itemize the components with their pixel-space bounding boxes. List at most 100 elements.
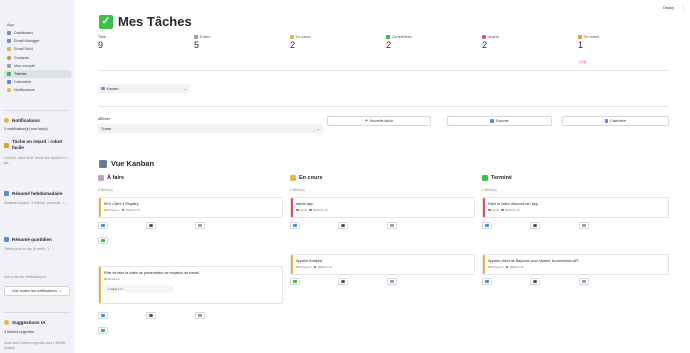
calendar-icon: [501, 208, 504, 212]
sidebar-item-label: Email Suivi: [14, 47, 33, 52]
lightbulb-icon: [4, 320, 9, 325]
notification-item-text: La tâche 'robot facile' devait être réal…: [4, 156, 68, 165]
notification-item-title[interactable]: Résumé hebdomadaire: [4, 191, 63, 196]
sidebar-item-mon-compte[interactable]: Mon compte: [4, 62, 71, 70]
delete-button[interactable]: [579, 278, 589, 285]
trash-icon: [198, 223, 202, 228]
column-header-termine: Terminé: [482, 175, 512, 181]
priority-bar: [291, 255, 293, 274]
task-card[interactable]: Faire la vidéo d'accueil de l'app Haute …: [482, 197, 669, 218]
metric-a-faire: À faire 5: [194, 35, 211, 50]
sidebar-item-label: Tâches: [14, 72, 27, 77]
delete-button[interactable]: [387, 278, 397, 285]
task-card[interactable]: Appeler Adelphe Moyenne 2025-01-13: [290, 254, 475, 275]
move-button[interactable]: [98, 222, 108, 229]
metric-delta: ↓ -1: [578, 60, 588, 64]
task-card[interactable]: KEV Client 3 Registry Moyenne 2025-01-15: [98, 197, 283, 218]
trash-icon: [390, 223, 394, 228]
metric-completees: Complétées 2: [386, 35, 412, 50]
edit-button[interactable]: [530, 278, 540, 285]
task-card[interactable]: Appeler client de Bayonne pour réparer l…: [482, 254, 669, 275]
red-circle-icon: [482, 35, 486, 39]
move-button[interactable]: [290, 278, 300, 285]
arrow-right-icon: [101, 223, 105, 228]
edit-button[interactable]: [146, 312, 156, 319]
move-button[interactable]: [98, 312, 108, 319]
notification-item-title[interactable]: Résumé quotidien: [4, 237, 52, 242]
kebab-icon[interactable]: ⋮: [681, 5, 686, 11]
sidebar-item-label: Mon compte: [14, 63, 35, 68]
metric-total: Total 9: [98, 35, 107, 50]
suggestions-subtitle: 3 tâches urgentes: [4, 330, 35, 334]
sidebar-item-notifications[interactable]: Notifications: [4, 86, 71, 94]
move-button[interactable]: [482, 278, 492, 285]
sidebar-item-taches[interactable]: Tâches: [4, 69, 71, 79]
see-all-notifications-text: Voir toutes les notifications ici: [4, 275, 46, 279]
check-box-icon: [482, 175, 488, 181]
sidebar: App Dashboard Email Manager Email Suivi …: [0, 0, 75, 353]
calendar-icon: [121, 208, 125, 212]
deploy-button[interactable]: Deploy: [663, 6, 674, 10]
move-button[interactable]: [482, 222, 492, 229]
sidebar-item-label: Email Manager: [14, 39, 40, 44]
eye-icon: [341, 279, 345, 284]
delete-button[interactable]: [387, 222, 397, 229]
check-box-icon: [101, 238, 105, 243]
notification-item-text: Tâches pour ce jour (à venir) : 1 ...: [4, 247, 53, 251]
new-task-button[interactable]: + Nouvelle tâche: [327, 116, 431, 126]
task-card[interactable]: Rôle de faire la vidéo de présentation d…: [98, 266, 283, 304]
priority-icon: [104, 277, 107, 281]
complete-button[interactable]: [98, 237, 108, 244]
sidebar-item-email-suivi[interactable]: Email Suivi: [4, 45, 71, 53]
pin-icon: [194, 35, 198, 39]
chevron-down-icon: ⌄: [183, 86, 187, 91]
home-icon: [7, 31, 11, 36]
trash-icon: [582, 279, 586, 284]
export-button[interactable]: Exporter: [447, 116, 552, 126]
sidebar-item-label: Contacts: [14, 55, 29, 60]
warning-icon: [578, 35, 582, 39]
see-all-notifications-button[interactable]: Voir toutes les notifications →: [4, 286, 70, 296]
sidebar-item-email-manager[interactable]: Email Manager: [4, 37, 71, 45]
warning-icon: [4, 142, 9, 148]
view-select[interactable]: Kanban ⌄: [98, 84, 190, 93]
delete-button[interactable]: [195, 312, 205, 319]
edit-button[interactable]: [530, 222, 540, 229]
sidebar-app-label: App: [7, 22, 15, 27]
sidebar-item-contacts[interactable]: Contacts: [4, 54, 71, 62]
check-box-icon: ✓: [99, 14, 113, 29]
trash-icon: [390, 279, 394, 284]
arrow-left-icon: [485, 223, 489, 228]
priority-bar: [99, 267, 101, 303]
eye-icon: [533, 223, 537, 228]
priority-icon: [104, 208, 107, 212]
delete-button[interactable]: [579, 222, 589, 229]
delete-button[interactable]: [195, 222, 205, 229]
eye-icon: [149, 223, 153, 228]
edit-button[interactable]: [146, 222, 156, 229]
sidebar-nav: Dashboard Email Manager Email Suivi Cont…: [4, 29, 71, 95]
arrow-right-icon: [293, 223, 297, 228]
edit-button[interactable]: [338, 278, 348, 285]
eye-icon: [341, 223, 345, 228]
filter-select[interactable]: Toutes ⌄: [98, 124, 323, 133]
calendar-button[interactable]: Calendrier: [562, 116, 669, 126]
column-count: 5 tâche(s): [98, 188, 113, 192]
mail-icon: [7, 39, 11, 44]
task-card[interactable]: article app Haute 2025-01-14: [290, 197, 475, 218]
arrow-left-icon: [485, 279, 489, 284]
trash-icon: [198, 313, 202, 318]
priority-icon: [488, 265, 491, 269]
move-button[interactable]: [290, 222, 300, 229]
priority-bar: [291, 198, 293, 217]
complete-button[interactable]: [98, 327, 108, 334]
sidebar-item-calendrier[interactable]: Calendrier: [4, 78, 71, 86]
trash-icon: [582, 223, 586, 228]
edit-button[interactable]: [338, 222, 348, 229]
mail-track-icon: [7, 47, 11, 52]
code-block: </email/>: [104, 285, 174, 293]
plus-icon: +: [364, 118, 368, 124]
notification-item-title[interactable]: Tâche en retard : robot facile: [4, 139, 68, 151]
divider: [98, 106, 669, 107]
sidebar-item-dashboard[interactable]: Dashboard: [4, 29, 71, 37]
